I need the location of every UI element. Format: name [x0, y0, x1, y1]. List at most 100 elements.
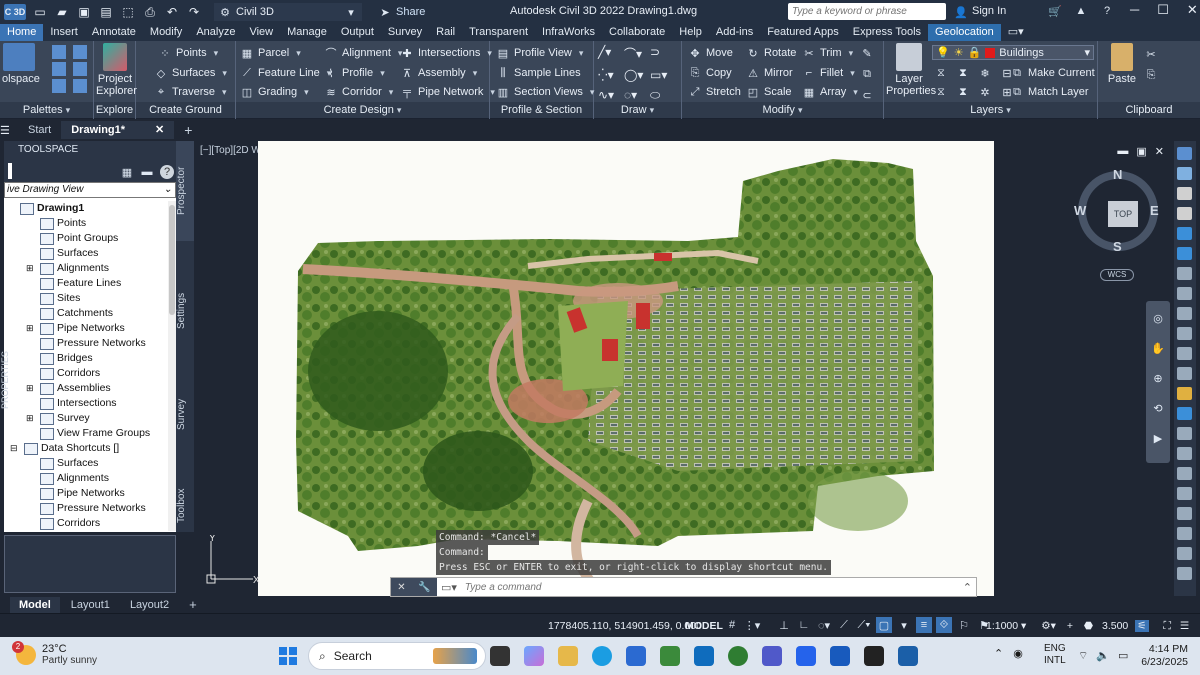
file-explorer-icon[interactable] — [558, 646, 578, 666]
layer-dropdown[interactable]: 💡 ☀ 🔒 Buildings ▾ — [932, 45, 1094, 60]
close-viewport-icon[interactable]: ✕ — [1155, 145, 1164, 158]
polyline-icon[interactable]: ⊃ — [650, 45, 676, 62]
arc-icon[interactable]: ⌒▾ — [624, 45, 650, 62]
polar-icon[interactable]: ◌▾ — [816, 617, 832, 633]
array-button[interactable]: ▦ Array — [802, 85, 858, 99]
points-button[interactable]: ⁘ Points — [158, 46, 218, 60]
workspace-dropdown[interactable]: ⚙ Civil 3D ▾ — [214, 3, 362, 21]
language-indicator[interactable]: ENG INTL — [1044, 643, 1066, 667]
maximize-viewport-icon[interactable]: ▣ — [1136, 145, 1146, 158]
plot-icon[interactable]: ⎙ — [142, 4, 158, 20]
explode-icon[interactable]: ⧉ — [860, 67, 874, 81]
expand-icon[interactable]: ⊞ — [26, 261, 40, 276]
expand-icon[interactable]: ⊞ — [26, 381, 40, 396]
expand-icon[interactable]: ⊞ — [26, 411, 40, 426]
save-icon[interactable]: ▣ — [76, 4, 92, 20]
tool-icon[interactable] — [1177, 207, 1192, 220]
offset-icon[interactable]: ⊂ — [860, 88, 874, 102]
corridor-button[interactable]: ≋ Corridor — [324, 85, 393, 99]
new-icon[interactable]: ▭ — [32, 4, 48, 20]
scale-button[interactable]: ◰ Scale — [746, 85, 792, 99]
tab-rail[interactable]: Rail — [429, 24, 462, 41]
help-search-input[interactable] — [788, 3, 946, 20]
minimize-icon[interactable]: ─ — [1130, 2, 1139, 18]
quick-settings[interactable]: ⌔ 🔈 ▭ — [1078, 649, 1128, 663]
create-ground-data-title[interactable]: Create Ground Data — [136, 102, 235, 132]
sample-lines-button[interactable]: ⫼ Sample Lines — [496, 66, 580, 80]
tool-icon[interactable] — [1177, 307, 1192, 320]
palettes-panel-title[interactable]: Palettes — [0, 102, 93, 118]
transparency-icon[interactable]: ≡ — [916, 617, 932, 633]
tree-node[interactable]: Pipe Networks — [4, 486, 168, 501]
customize-icon[interactable]: 🔧 — [418, 582, 430, 593]
drawing-viewport[interactable]: [−][Top][2D W ▬ ▣ ✕ TOP N S E W WCS ◎ ✋ … — [196, 141, 1172, 600]
orbit-icon[interactable]: ⟲ — [1151, 401, 1165, 415]
tree-node[interactable]: View Frame Groups — [4, 426, 168, 441]
tab-transparent[interactable]: Transparent — [462, 24, 535, 41]
tool-icon[interactable] — [1177, 327, 1192, 340]
wcs-menu[interactable]: WCS — [1100, 269, 1134, 281]
recent-commands-icon[interactable]: ▭▾ — [437, 581, 461, 594]
assembly-button[interactable]: ⊼ Assembly — [400, 66, 477, 80]
tab-layout2[interactable]: Layout2 — [121, 597, 178, 613]
close-icon[interactable]: ✕ — [1187, 2, 1198, 18]
clock[interactable]: 4:14 PM 6/23/2025 — [1136, 643, 1188, 669]
toolspace-button[interactable]: olspace — [2, 43, 40, 85]
app-menu-button[interactable]: C 3D — [4, 4, 26, 20]
tab-modify[interactable]: Modify — [143, 24, 189, 41]
tool-icon[interactable] — [1177, 467, 1192, 480]
store-icon[interactable] — [626, 646, 646, 666]
ribbon-minimize-button[interactable]: ▭▾ — [1001, 24, 1031, 41]
drawing-view-select[interactable]: ive Drawing View ⌄ — [4, 182, 176, 198]
help-icon[interactable]: ? — [1100, 4, 1114, 18]
lineweight-icon[interactable]: ▾ — [896, 617, 912, 633]
terminal-icon[interactable] — [864, 646, 884, 666]
tree-node[interactable]: Bridges — [4, 351, 168, 366]
tab-featured-apps[interactable]: Featured Apps — [760, 24, 846, 41]
rotate-button[interactable]: ↻ Rotate — [746, 46, 796, 60]
markup-icon[interactable] — [73, 79, 87, 93]
share-button[interactable]: ➤ Share — [378, 5, 425, 19]
item-view-icon[interactable]: ▬ — [140, 165, 154, 179]
tab-toolbox[interactable]: Toolbox — [176, 481, 194, 531]
otrack-icon[interactable]: ⟋▾ — [856, 617, 872, 633]
chevron-up-icon[interactable]: ⌃ — [963, 581, 976, 594]
stretch-button[interactable]: ⤢ Stretch — [688, 85, 741, 99]
zoom-extents-icon[interactable]: ⊕ — [1151, 371, 1165, 385]
hardware-acceleration-icon[interactable]: ⬣ — [1084, 620, 1093, 632]
tree-node[interactable]: ⊞ Assemblies — [4, 381, 168, 396]
tab-prospector[interactable]: Prospector — [176, 141, 194, 241]
chevron-up-icon[interactable]: ⌃ — [994, 647, 1003, 660]
weather-widget[interactable]: 2 23°C Partly sunny — [12, 641, 97, 667]
line-icon[interactable]: ╱▾ — [598, 45, 624, 62]
network-status-icon[interactable]: ◉ — [1013, 647, 1023, 660]
tab-drawing1[interactable]: Drawing1* ✕ — [61, 121, 175, 139]
tool-icon[interactable] — [1177, 507, 1192, 520]
tool-icon[interactable] — [1177, 387, 1192, 400]
create-design-title[interactable]: Create Design — [236, 102, 489, 118]
command-input[interactable] — [460, 581, 963, 593]
sign-in-button[interactable]: 👤 Sign In — [954, 5, 1006, 19]
hatch-icon[interactable]: ◌▾ — [624, 88, 650, 103]
layer-on-icon[interactable]: ⧖ — [934, 85, 948, 99]
close-icon[interactable]: ✕ — [155, 121, 164, 139]
civil3d-icon[interactable] — [898, 646, 918, 666]
tab-manage[interactable]: Manage — [280, 24, 334, 41]
project-explorer-button[interactable]: Project Explorer — [96, 43, 137, 97]
tool-icon[interactable] — [1177, 547, 1192, 560]
tab-annotate[interactable]: Annotate — [85, 24, 143, 41]
gear-icon[interactable]: ⚙▾ — [1041, 620, 1056, 632]
tab-collaborate[interactable]: Collaborate — [602, 24, 672, 41]
tree-node[interactable]: Surfaces — [4, 456, 168, 471]
tree-node[interactable]: Corridors — [4, 366, 168, 381]
tab-model[interactable]: Model — [10, 597, 60, 613]
new-tab-icon[interactable]: + — [174, 121, 202, 139]
erase-icon[interactable]: ✎ — [860, 46, 874, 60]
surfaces-button[interactable]: ◇ Surfaces — [154, 66, 227, 80]
tree-node[interactable]: Surfaces — [4, 246, 168, 261]
mirror-button[interactable]: ⚠ Mirror — [746, 66, 793, 80]
tab-survey[interactable]: Survey — [176, 389, 194, 439]
section-views-button[interactable]: ▥ Section Views — [496, 85, 594, 99]
tab-home[interactable]: Home — [0, 24, 44, 41]
profile-button[interactable]: ⌇ Profile — [324, 66, 385, 80]
